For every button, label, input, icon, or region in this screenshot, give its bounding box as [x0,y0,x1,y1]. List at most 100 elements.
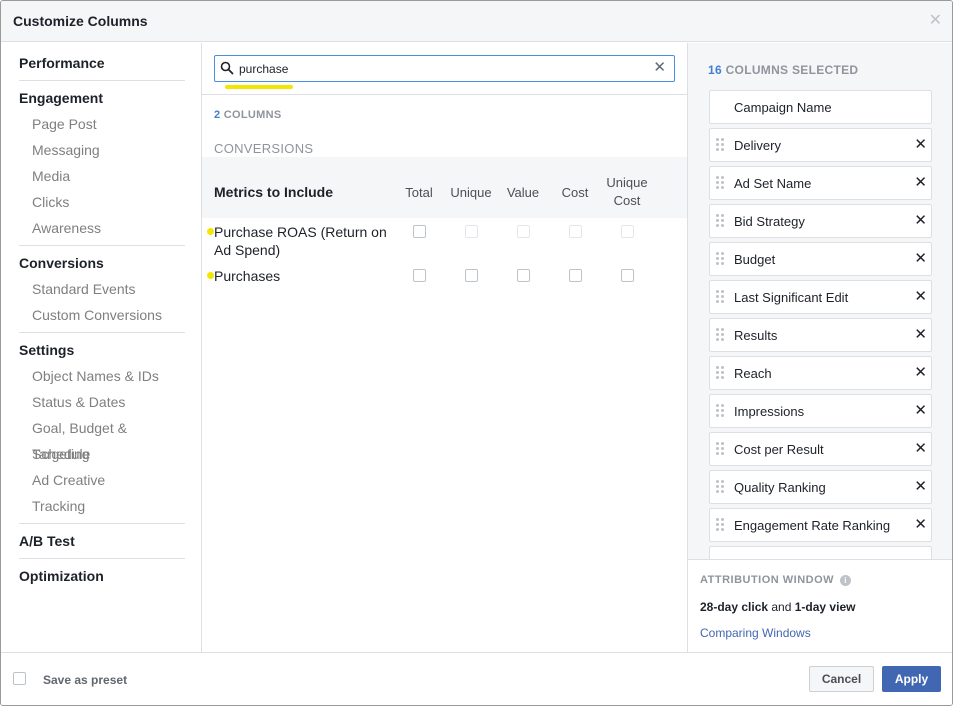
selected-column-card[interactable]: Last Significant Edit ✕ [709,280,932,314]
metric-checkbox[interactable] [465,269,478,282]
selected-columns-list[interactable]: Campaign Name Delivery ✕ Ad Set Name ✕ Bid St… [688,89,952,559]
selected-column-card[interactable]: Delivery ✕ [709,128,932,162]
nav-item[interactable]: Tracking [19,493,185,519]
search-results-panel: ✕ 2 COLUMNS CONVERSIONS Metrics to Inclu… [202,43,687,652]
selected-column-name: Engagement Rate Ranking [734,518,891,533]
metrics-header: Metrics to Include Total Unique Value Cost U… [202,157,687,218]
selected-column-name: Delivery [734,138,781,153]
search-box[interactable]: ✕ [214,55,675,82]
nav-item[interactable]: Object Names & IDs [19,363,185,389]
selected-column-card[interactable]: Bid Strategy ✕ [709,204,932,238]
metric-checkbox[interactable] [621,225,634,238]
remove-column-icon[interactable]: ✕ [914,516,927,534]
comparing-windows-link[interactable]: Comparing Windows [700,626,811,640]
metric-checkbox[interactable] [517,269,530,282]
attribution-title-text: ATTRIBUTION WINDOW [700,574,835,586]
nav-heading[interactable]: Performance [19,50,185,76]
nav-item[interactable]: Custom Conversions [19,302,185,328]
drag-handle-icon[interactable] [716,214,724,228]
selected-column-card[interactable]: Impressions ✕ [709,394,932,428]
selected-count-number: 16 [708,63,722,77]
nav-item[interactable]: Status & Dates [19,389,185,415]
selected-column-name: Campaign Name [734,100,832,115]
drag-handle-icon[interactable] [716,442,724,456]
drag-handle-icon[interactable] [716,518,724,532]
nav-item[interactable]: Messaging [19,137,185,163]
drag-handle-icon[interactable] [716,290,724,304]
search-icon [220,61,234,75]
selected-column-card[interactable] [709,546,932,559]
drag-handle-icon[interactable] [716,404,724,418]
clear-search-icon[interactable]: ✕ [653,59,666,77]
selected-column-card[interactable]: Engagement Rate Ranking ✕ [709,508,932,542]
remove-column-icon[interactable]: ✕ [914,250,927,268]
remove-column-icon[interactable]: ✕ [914,402,927,420]
nav-section: Conversions Standard Events Custom Convers… [19,250,185,328]
selected-column-card[interactable]: Reach ✕ [709,356,932,390]
nav-divider [19,332,185,333]
view-window: 1-day view [794,600,856,614]
nav-item[interactable]: Goal, Budget & Schedule [19,415,185,462]
close-icon[interactable]: ✕ [929,12,942,30]
cancel-button[interactable]: Cancel [809,666,874,692]
metric-checkbox[interactable] [569,269,582,282]
metric-checkbox[interactable] [517,225,530,238]
selected-column-name: Ad Set Name [734,176,812,191]
results-count-label: COLUMNS [223,109,282,121]
metric-checkbox[interactable] [569,225,582,238]
remove-column-icon[interactable]: ✕ [914,478,927,496]
selected-column-name: Reach [734,366,772,381]
selected-column-card[interactable]: Results ✕ [709,318,932,352]
metric-checkbox[interactable] [413,225,426,238]
metric-name: Purchase ROAS (Return on Ad Spend) [214,224,387,258]
selected-column-name: Last Significant Edit [734,290,849,305]
selected-column-name: Cost per Result [734,442,824,457]
nav-item[interactable]: Clicks [19,189,185,215]
selected-column-card[interactable]: Campaign Name [709,90,932,124]
drag-handle-icon[interactable] [716,138,724,152]
metric-checkbox[interactable] [413,269,426,282]
attribution-window: ATTRIBUTION WINDOW i 28-day click and 1-d… [688,559,952,652]
nav-item[interactable]: Ad Creative [19,467,185,493]
nav-section: Settings Object Names & IDs Status & Dates… [19,337,185,519]
selected-column-card[interactable]: Cost per Result ✕ [709,432,932,466]
remove-column-icon[interactable]: ✕ [914,174,927,192]
info-icon[interactable]: i [840,575,852,586]
remove-column-icon[interactable]: ✕ [914,364,927,382]
remove-column-icon[interactable]: ✕ [914,212,927,230]
drag-handle-icon[interactable] [716,328,724,342]
nav-item[interactable]: Media [19,163,185,189]
drag-handle-icon[interactable] [716,366,724,380]
remove-column-icon[interactable]: ✕ [914,136,927,154]
remove-column-icon[interactable]: ✕ [914,288,927,306]
metric-checkbox[interactable] [621,269,634,282]
save-preset-label[interactable]: Save as preset [43,673,127,687]
nav-heading[interactable]: Conversions [19,250,185,276]
drag-handle-icon[interactable] [716,252,724,266]
remove-column-icon[interactable]: ✕ [914,440,927,458]
selected-columns-panel: 16 COLUMNS SELECTED Campaign Name Deliver… [687,43,952,652]
selected-column-card[interactable]: Budget ✕ [709,242,932,276]
metric-checkbox[interactable] [465,225,478,238]
apply-button[interactable]: Apply [882,666,941,692]
save-preset-checkbox[interactable] [13,672,26,685]
nav-section: A/B Test [19,528,185,554]
nav-heading[interactable]: Optimization [19,563,185,589]
drag-handle-icon[interactable] [716,176,724,190]
nav-heading[interactable]: Settings [19,337,185,363]
nav-item[interactable]: Awareness [19,215,185,241]
search-input[interactable] [239,59,644,78]
highlight-dot [207,228,214,235]
remove-column-icon[interactable]: ✕ [914,326,927,344]
selected-column-card[interactable]: Quality Ranking ✕ [709,470,932,504]
nav-item[interactable]: Targeting [19,441,185,467]
selected-column-name: Quality Ranking [734,480,826,495]
nav-divider [19,558,185,559]
nav-heading[interactable]: Engagement [19,85,185,111]
nav-item[interactable]: Standard Events [19,276,185,302]
drag-handle-icon[interactable] [716,480,724,494]
nav-heading[interactable]: A/B Test [19,528,185,554]
click-window: 28-day click [700,600,769,614]
nav-item[interactable]: Page Post [19,111,185,137]
selected-column-card[interactable]: Ad Set Name ✕ [709,166,932,200]
